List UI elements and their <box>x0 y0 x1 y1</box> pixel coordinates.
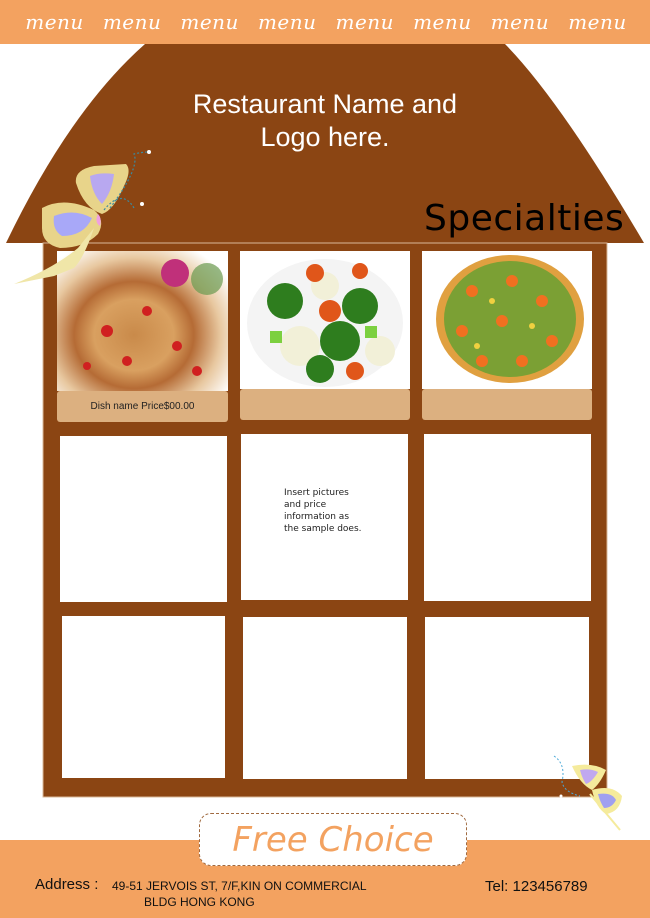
dish-card[interactable] <box>240 251 410 421</box>
address-label: Address : <box>35 876 99 893</box>
empty-dish-slot[interactable] <box>243 617 407 779</box>
hint-line: the sample does. <box>284 524 362 534</box>
placeholder-hint: Insert pictures and price information as… <box>284 487 384 535</box>
empty-dish-slot[interactable] <box>424 434 591 601</box>
dish-card[interactable] <box>422 251 592 421</box>
address-line-2: BLDG HONG KONG <box>144 895 255 909</box>
free-choice-badge: Free Choice <box>199 813 467 866</box>
vegetable-bowl-icon <box>247 259 403 387</box>
restaurant-title: Restaurant Name and Logo here. <box>160 88 490 154</box>
empty-dish-slot[interactable] <box>60 436 227 602</box>
address-line-1: 49-51 JERVOIS ST, 7/F,KIN ON COMMERCIAL <box>112 879 367 893</box>
hint-line: and price <box>284 500 327 510</box>
hint-line: Insert pictures <box>284 488 349 498</box>
title-line-2: Logo here. <box>260 122 390 152</box>
telephone: Tel: 123456789 <box>485 878 588 895</box>
title-line-1: Restaurant Name and <box>192 89 458 119</box>
butterfly-small-icon <box>553 755 622 831</box>
dish-photo <box>240 251 410 389</box>
address-text: 49-51 JERVOIS ST, 7/F,KIN ON COMMERCIAL … <box>112 878 367 910</box>
hint-line: information as <box>284 512 350 522</box>
mixed-vegetables-icon <box>436 255 584 383</box>
butterfly-icon <box>14 150 151 284</box>
dish-caption: Dish name Price$00.00 <box>57 391 228 422</box>
specialties-heading: Specialties <box>424 198 625 239</box>
dish-photo <box>422 251 592 389</box>
dish-caption <box>422 389 592 420</box>
empty-dish-slot[interactable] <box>62 616 225 778</box>
dish-caption <box>240 389 410 420</box>
